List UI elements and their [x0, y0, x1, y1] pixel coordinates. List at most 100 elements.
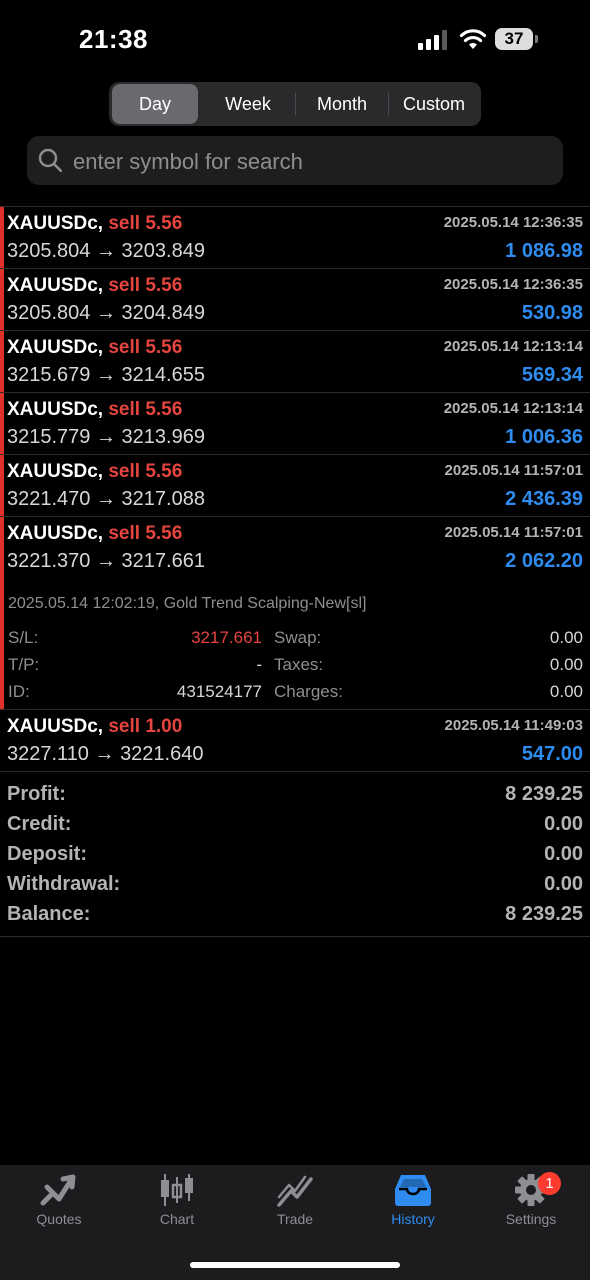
- tab-chart[interactable]: Chart: [118, 1173, 236, 1233]
- search-icon: [38, 148, 62, 172]
- home-indicator: [190, 1262, 400, 1268]
- deal-open-price: 3221.370: [7, 550, 91, 572]
- summary-row-balance: Balance: 8 239.25: [7, 900, 583, 930]
- deal-row[interactable]: XAUUSDc, sell 1.00 3227.110 → 3221.640 2…: [0, 710, 590, 772]
- swap-label: Swap:: [274, 628, 322, 647]
- summary-value: 8 239.25: [505, 903, 583, 925]
- history-summary: Profit: 8 239.25 Credit: 0.00 Deposit: 0…: [0, 772, 590, 937]
- arrow-icon: →: [95, 240, 116, 262]
- tp-value: -: [256, 655, 262, 674]
- trade-icon: [277, 1175, 313, 1207]
- deal-symbol: XAUUSDc,: [7, 461, 104, 482]
- deal-close-price: 3221.640: [120, 743, 204, 765]
- cellular-signal-icon: [418, 30, 447, 50]
- chart-icon: [161, 1174, 193, 1206]
- tab-month[interactable]: Month: [296, 84, 388, 124]
- deal-row-expanded[interactable]: XAUUSDc, sell 5.56 3221.370 → 3217.661 2…: [0, 517, 590, 710]
- deal-symbol: XAUUSDc,: [7, 337, 104, 358]
- summary-label: Balance:: [7, 903, 91, 925]
- deal-direction: sell 1.00: [108, 716, 183, 737]
- tab-day[interactable]: Day: [112, 84, 198, 124]
- deal-time: 2025.05.14 11:49:03: [444, 717, 583, 734]
- deal-open-price: 3205.804: [7, 302, 91, 324]
- arrow-icon: →: [95, 550, 116, 572]
- history-icon: [395, 1175, 431, 1206]
- taxes-label: Taxes:: [274, 655, 324, 674]
- deal-row[interactable]: XAUUSDc, sell 5.56 3205.804 → 3204.849 2…: [0, 269, 590, 331]
- id-value: 431524177: [176, 682, 262, 701]
- deal-direction: sell 5.56: [108, 337, 183, 358]
- arrow-icon: →: [95, 488, 116, 510]
- deal-profit: 2 062.20: [505, 550, 583, 572]
- tab-label: Chart: [159, 1211, 195, 1227]
- quotes-icon: [40, 1174, 76, 1206]
- arrow-icon: →: [95, 302, 116, 324]
- deal-time: 2025.05.14 12:13:14: [443, 338, 583, 355]
- tp-label: T/P:: [8, 655, 40, 674]
- period-segmented-control: Day Week Month Custom: [109, 82, 481, 126]
- deal-row[interactable]: XAUUSDc, sell 5.56 3215.779 → 3213.969 2…: [0, 393, 590, 455]
- summary-label: Withdrawal:: [7, 873, 121, 895]
- deal-close-price: 3217.088: [121, 488, 205, 510]
- tab-label: Quotes: [36, 1211, 82, 1227]
- summary-value: 0.00: [544, 813, 583, 835]
- deal-row[interactable]: XAUUSDc, sell 5.56 3215.679 → 3214.655 2…: [0, 331, 590, 393]
- deal-comment: 2025.05.14 12:02:19, Gold Trend Scalping…: [8, 595, 367, 612]
- summary-row-deposit: Deposit: 0.00: [7, 840, 583, 870]
- deal-close-price: 3214.655: [121, 364, 205, 386]
- deal-direction: sell 5.56: [108, 213, 183, 234]
- deal-open-price: 3215.679: [7, 364, 91, 386]
- summary-row-credit: Credit: 0.00: [7, 810, 583, 840]
- tab-settings[interactable]: 1 Settings: [472, 1172, 590, 1233]
- deal-direction: sell 5.56: [108, 523, 183, 544]
- tab-trade[interactable]: Trade: [236, 1173, 354, 1233]
- deal-time: 2025.05.14 11:57:01: [444, 462, 583, 479]
- tab-history[interactable]: History: [354, 1173, 472, 1233]
- deal-row[interactable]: XAUUSDc, sell 5.56 3205.804 → 3203.849 2…: [0, 207, 590, 269]
- summary-row-withdrawal: Withdrawal: 0.00: [7, 870, 583, 900]
- charges-label: Charges:: [274, 682, 343, 701]
- id-label: ID:: [8, 682, 30, 701]
- deal-symbol: XAUUSDc,: [7, 213, 104, 234]
- deal-direction: sell 5.56: [108, 399, 183, 420]
- deal-open-price: 3221.470: [7, 488, 91, 510]
- deal-time: 2025.05.14 12:13:14: [443, 400, 583, 417]
- tab-custom[interactable]: Custom: [389, 84, 479, 124]
- deal-open-price: 3227.110: [7, 743, 89, 765]
- deal-symbol: XAUUSDc,: [7, 523, 104, 544]
- summary-label: Credit:: [7, 813, 72, 835]
- deal-close-price: 3204.849: [121, 302, 205, 324]
- tab-week[interactable]: Week: [201, 84, 295, 124]
- deal-profit: 547.00: [521, 743, 583, 765]
- battery-icon: 37: [495, 28, 539, 50]
- status-time: 21:38: [79, 24, 148, 54]
- deal-symbol: XAUUSDc,: [7, 399, 104, 420]
- deal-row[interactable]: XAUUSDc, sell 5.56 3221.470 → 3217.088 2…: [0, 455, 590, 517]
- deal-open-price: 3215.779: [7, 426, 91, 448]
- tab-label: History: [391, 1211, 435, 1227]
- deal-profit: 1 086.98: [505, 240, 583, 262]
- search-bar: [27, 136, 563, 187]
- sl-value: 3217.661: [191, 628, 262, 647]
- deal-symbol: XAUUSDc,: [7, 716, 104, 737]
- charges-value: 0.00: [549, 682, 583, 701]
- tab-quotes[interactable]: Quotes: [0, 1173, 118, 1233]
- search-input[interactable]: [71, 136, 555, 187]
- deal-close-price: 3217.661: [121, 550, 205, 572]
- summary-label: Profit:: [7, 783, 66, 805]
- swap-value: 0.00: [549, 628, 583, 647]
- deal-direction: sell 5.56: [108, 461, 183, 482]
- deal-close-price: 3203.849: [121, 240, 205, 262]
- deal-profit: 530.98: [521, 302, 583, 324]
- summary-value: 8 239.25: [505, 783, 583, 805]
- deal-symbol: XAUUSDc,: [7, 275, 104, 296]
- deal-time: 2025.05.14 12:36:35: [443, 276, 583, 293]
- summary-value: 0.00: [544, 873, 583, 895]
- deal-close-price: 3213.969: [121, 426, 205, 448]
- summary-value: 0.00: [544, 843, 583, 865]
- battery-level: 37: [504, 29, 524, 48]
- tab-label: Trade: [276, 1211, 314, 1227]
- deal-direction: sell 5.56: [108, 275, 183, 296]
- settings-badge: 1: [538, 1172, 561, 1195]
- summary-row-profit: Profit: 8 239.25: [7, 780, 583, 810]
